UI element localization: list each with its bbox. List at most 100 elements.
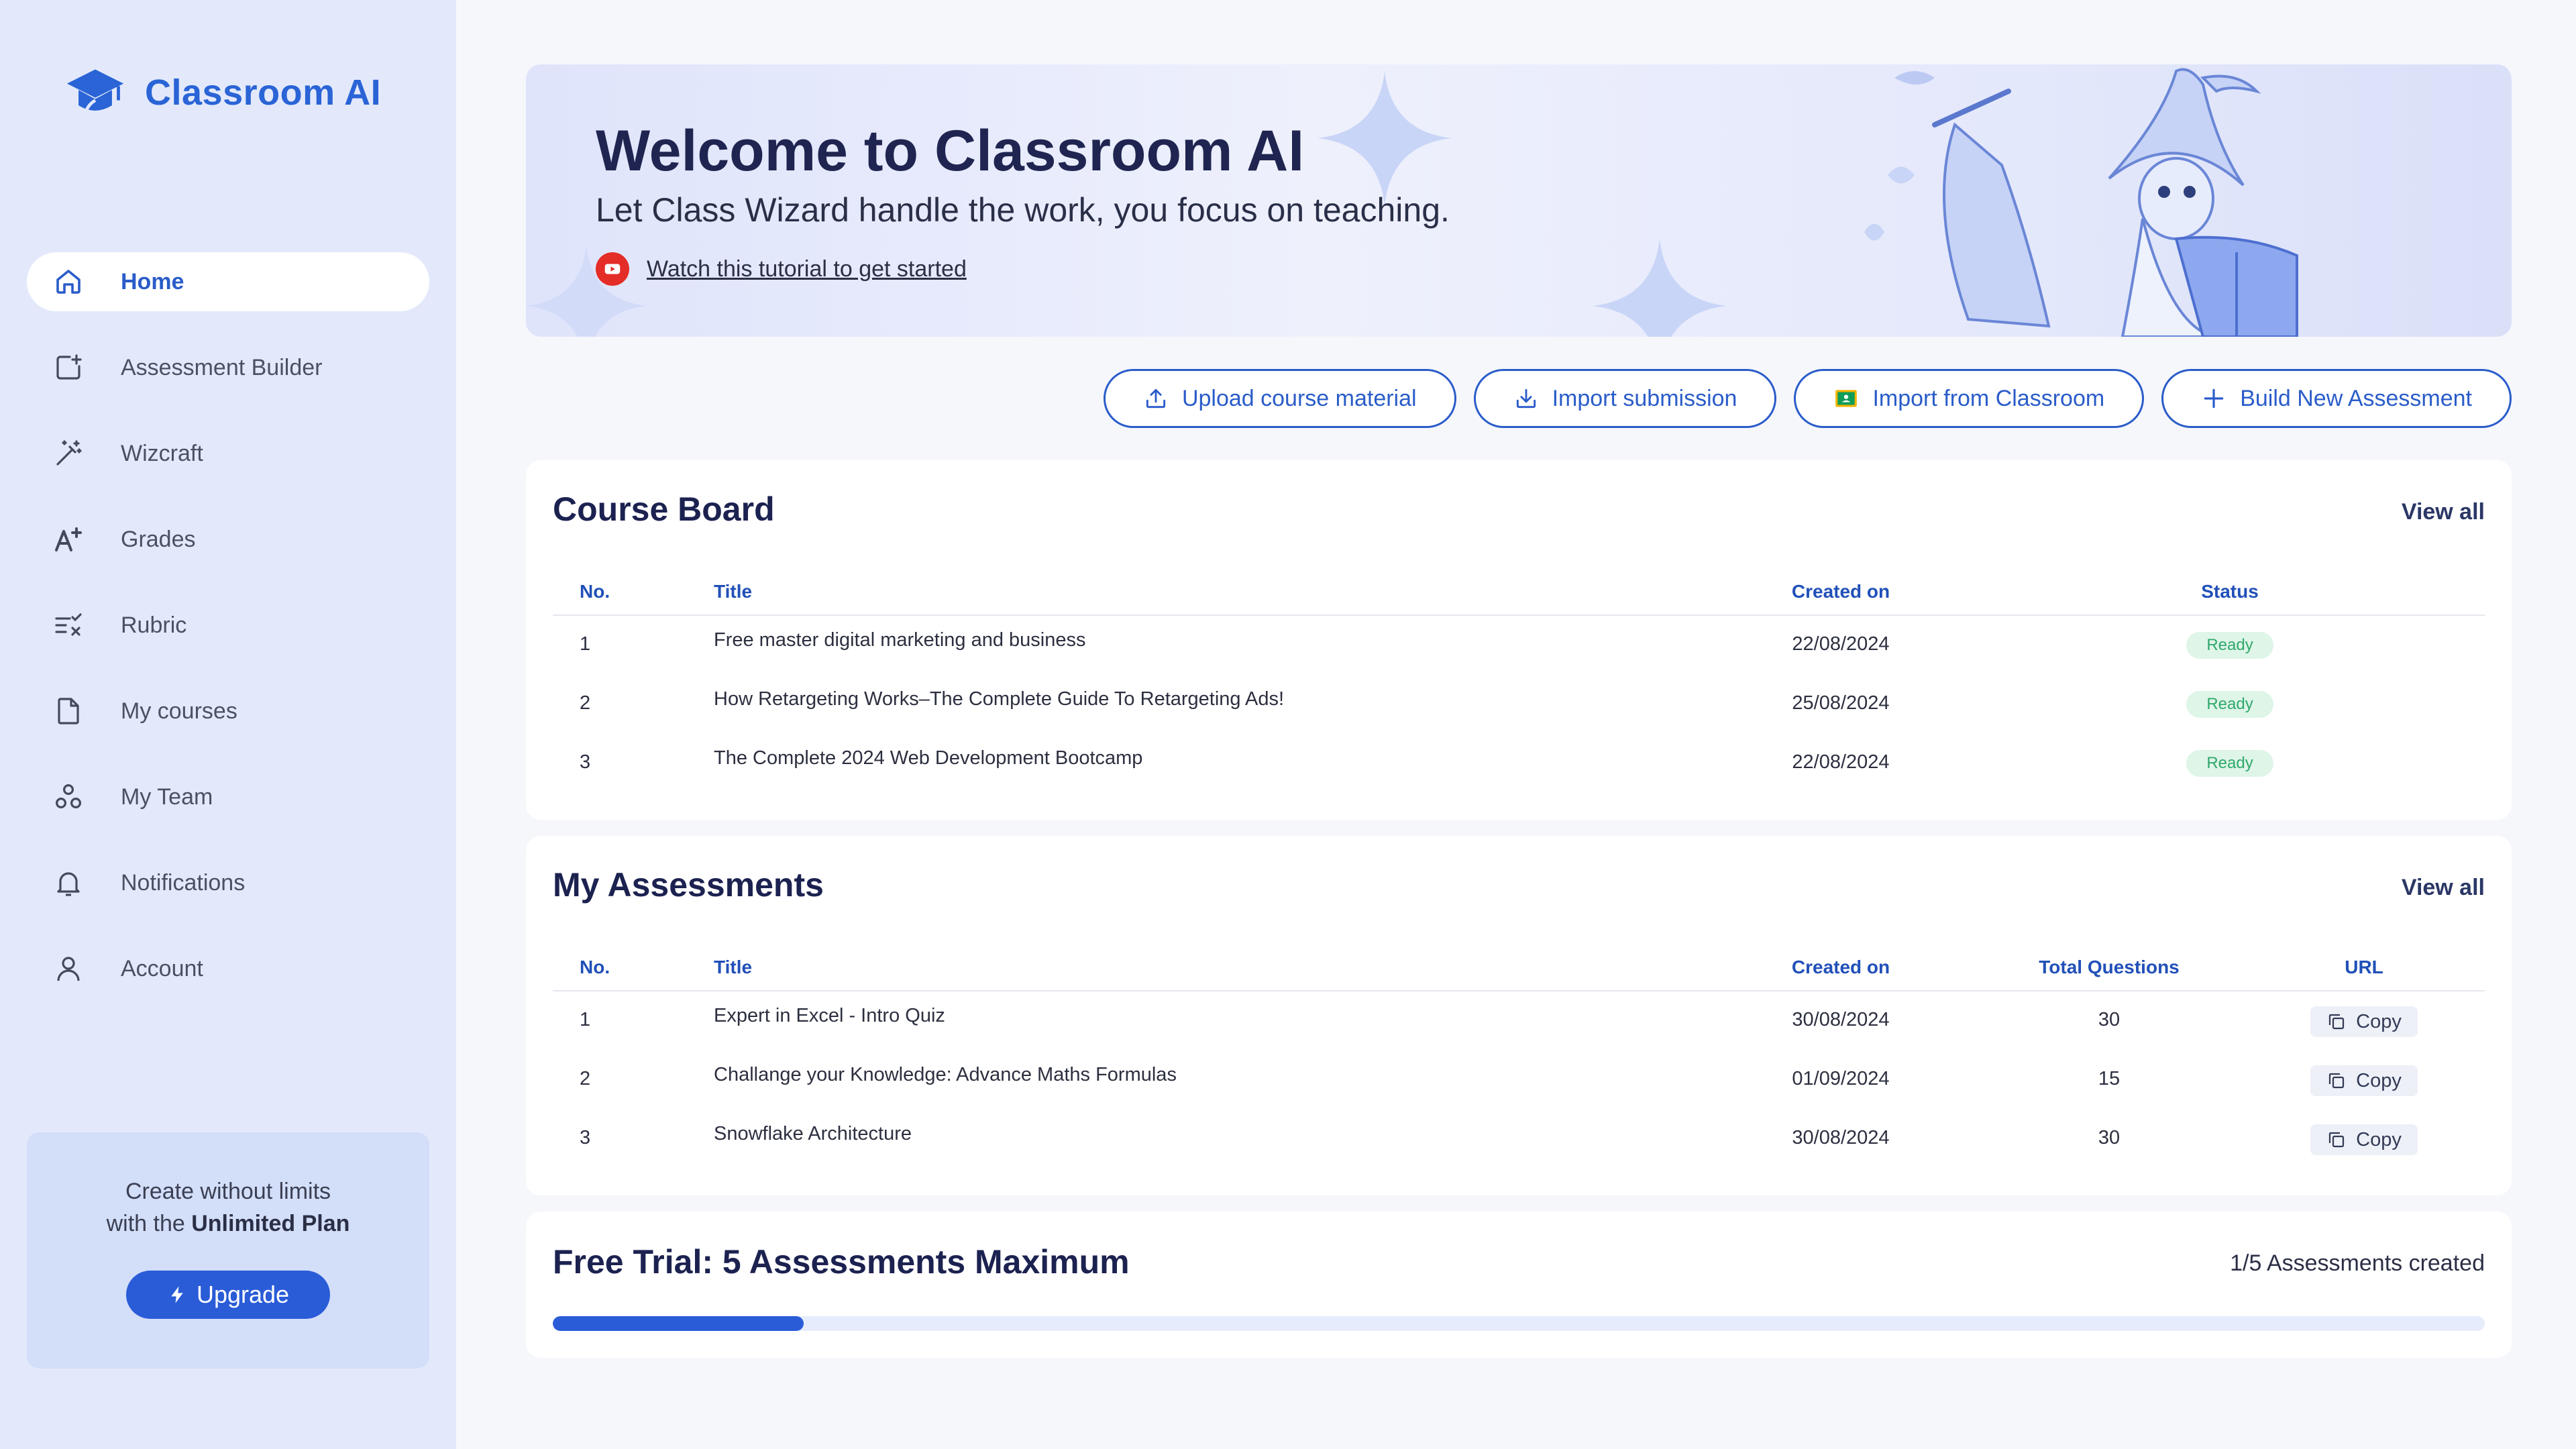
row-title: Challange your Knowledge: Advance Maths … (714, 1064, 1177, 1085)
copy-url-button[interactable]: Copy (2310, 1006, 2418, 1037)
row-created-on: 22/08/2024 (1792, 633, 1890, 655)
course-board-view-all-link[interactable]: View all (2402, 499, 2485, 525)
a-plus-icon (51, 522, 86, 557)
sidebar-item-label: Rubric (121, 612, 187, 638)
my-assessments-title: My Assessments (553, 866, 824, 904)
upgrade-button[interactable]: Upgrade (126, 1271, 330, 1319)
lightning-icon (171, 1286, 183, 1303)
free-trial-title: Free Trial: 5 Assessments Maximum (553, 1243, 1130, 1281)
download-icon (1516, 388, 1536, 409)
sidebar-item-assessment-builder[interactable]: Assessment Builder (27, 338, 429, 397)
row-created-on: 22/08/2024 (1792, 751, 1890, 773)
magic-wand-icon (51, 436, 86, 471)
my-assessments-view-all-link[interactable]: View all (2402, 875, 2485, 901)
row-created-on: 30/08/2024 (1792, 1009, 1890, 1030)
table-row[interactable]: 2 How Retargeting Works–The Complete Gui… (553, 675, 2485, 734)
wizard-illustration (1864, 68, 2298, 337)
free-trial-card: Free Trial: 5 Assessments Maximum 1/5 As… (526, 1212, 2512, 1358)
row-total-questions: 15 (2098, 1068, 2121, 1089)
sidebar-item-notifications[interactable]: Notifications (27, 853, 429, 912)
rubric-list-icon (51, 608, 86, 643)
copy-icon (2329, 1132, 2345, 1148)
column-header-title: Title (714, 957, 753, 977)
sidebar-item-grades[interactable]: Grades (27, 510, 429, 569)
table-row[interactable]: 3 The Complete 2024 Web Development Boot… (553, 734, 2485, 793)
copy-url-button[interactable]: Copy (2310, 1065, 2418, 1096)
column-header-no: No. (580, 581, 610, 602)
course-board-title: Course Board (553, 490, 775, 528)
course-board-table-header: No. Title Created on Status (553, 565, 2485, 616)
action-bar: Upload course material Import submission… (1103, 369, 2512, 428)
table-row[interactable]: 1 Expert in Excel - Intro Quiz 30/08/202… (553, 991, 2485, 1051)
status-badge: Ready (2186, 632, 2273, 659)
table-row[interactable]: 2 Challange your Knowledge: Advance Math… (553, 1051, 2485, 1110)
import-submission-label: Import submission (1552, 385, 1737, 411)
sidebar-item-label: Assessment Builder (121, 354, 323, 380)
sidebar-item-label: My courses (121, 698, 237, 724)
upgrade-button-label: Upgrade (196, 1281, 290, 1308)
app-logo[interactable]: Classroom AI (64, 62, 381, 123)
build-new-assessment-label: Build New Assessment (2240, 385, 2472, 411)
app-name: Classroom AI (145, 72, 382, 113)
row-total-questions: 30 (2098, 1127, 2121, 1148)
column-header-url: URL (2345, 957, 2383, 977)
row-title: Free master digital marketing and busine… (714, 629, 1086, 651)
build-new-assessment-button[interactable]: Build New Assessment (2161, 369, 2512, 428)
sidebar-item-my-courses[interactable]: My courses (27, 682, 429, 741)
sidebar-item-label: Account (121, 955, 203, 981)
sparkle-icon (1593, 239, 1727, 337)
copy-url-button[interactable]: Copy (2310, 1124, 2418, 1155)
team-icon (51, 780, 86, 814)
sidebar-item-label: My Team (121, 784, 213, 810)
column-header-no: No. (580, 957, 610, 977)
sidebar-item-home[interactable]: Home (27, 252, 429, 311)
sidebar-item-my-team[interactable]: My Team (27, 767, 429, 826)
row-total-questions: 30 (2098, 1009, 2121, 1030)
row-number: 2 (580, 1068, 591, 1089)
assessments-created-count: 1/5 Assessments created (2230, 1250, 2485, 1276)
trial-progress-bar (553, 1316, 2485, 1331)
status-badge: Ready (2186, 750, 2273, 777)
row-number: 3 (580, 1127, 591, 1148)
import-submission-button[interactable]: Import submission (1473, 369, 1777, 428)
document-icon (51, 694, 86, 729)
import-from-classroom-label: Import from Classroom (1872, 385, 2105, 411)
upgrade-line-1: Create without limits (125, 1179, 331, 1204)
plan-name: Unlimited Plan (191, 1211, 350, 1236)
row-title: Expert in Excel - Intro Quiz (714, 1005, 945, 1026)
sidebar-item-wizcraft[interactable]: Wizcraft (27, 424, 429, 483)
copy-label: Copy (2356, 1069, 2402, 1091)
google-classroom-icon (1835, 390, 1858, 407)
sidebar-item-rubric[interactable]: Rubric (27, 596, 429, 655)
import-from-classroom-button[interactable]: Import from Classroom (1794, 369, 2145, 428)
column-header-total-questions: Total Questions (2039, 957, 2180, 977)
welcome-banner: Welcome to Classroom AI Let Class Wizard… (526, 64, 2512, 337)
table-row[interactable]: 3 Snowflake Architecture 30/08/2024 30 C… (553, 1110, 2485, 1169)
upgrade-text: Create without limits with the Unlimited… (27, 1175, 429, 1240)
row-number: 1 (580, 633, 591, 655)
upload-course-material-label: Upload course material (1181, 385, 1417, 411)
upgrade-line-2-prefix: with the (106, 1211, 192, 1236)
row-number: 1 (580, 1009, 591, 1030)
upload-course-material-button[interactable]: Upload course material (1103, 369, 1456, 428)
sidebar-item-label: Notifications (121, 869, 246, 896)
sparkle-icon (1318, 71, 1452, 205)
my-assessments-card: My Assessments View all No. Title Create… (526, 836, 2512, 1195)
copy-icon (2329, 1014, 2345, 1030)
sidebar-item-account[interactable]: Account (27, 939, 429, 998)
youtube-icon (596, 252, 629, 286)
upgrade-line-2: with the Unlimited Plan (27, 1208, 429, 1240)
row-number: 3 (580, 751, 591, 773)
column-header-created-on: Created on (1791, 957, 1890, 977)
tutorial-link-text: Watch this tutorial to get started (647, 256, 967, 282)
assessments-table-header: No. Title Created on Total Questions URL (553, 941, 2485, 991)
row-number: 2 (580, 692, 591, 714)
banner-subtitle: Let Class Wizard handle the work, you fo… (596, 191, 1450, 229)
add-square-icon (51, 350, 86, 385)
column-header-created-on: Created on (1791, 581, 1890, 602)
column-header-title: Title (714, 581, 753, 602)
sidebar-item-label: Grades (121, 526, 196, 552)
graduation-cap-icon (66, 69, 124, 111)
table-row[interactable]: 1 Free master digital marketing and busi… (553, 616, 2485, 675)
tutorial-link[interactable]: Watch this tutorial to get started (596, 252, 967, 286)
